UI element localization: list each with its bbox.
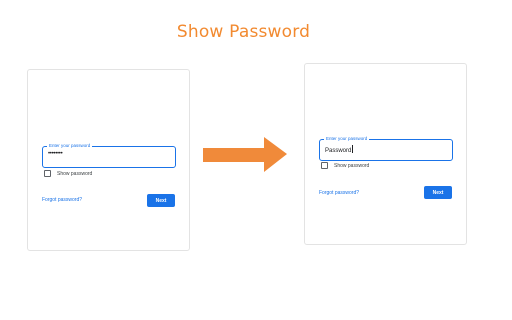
forgot-password-link[interactable]: Forgot password?	[42, 197, 82, 203]
show-password-label: Show password	[57, 170, 93, 177]
password-field[interactable]: Enter your password Password	[319, 135, 453, 161]
page-title: Show Password	[176, 22, 311, 42]
show-password-checkbox[interactable]	[44, 170, 51, 177]
forgot-password-link[interactable]: Forgot password?	[319, 190, 359, 196]
text-caret	[351, 145, 353, 153]
show-password-checkbox[interactable]	[321, 162, 328, 169]
password-field-value: Password	[325, 145, 353, 154]
show-password-row[interactable]: Show password	[321, 162, 369, 169]
password-text: Password	[325, 148, 352, 154]
right-arrow-icon	[203, 137, 287, 172]
password-field-value: ••••••••	[48, 151, 63, 157]
password-field-label: Enter your password	[47, 142, 93, 150]
next-button[interactable]: Next	[147, 194, 175, 207]
password-field-label: Enter your password	[324, 135, 370, 143]
show-password-label: Show password	[334, 162, 370, 169]
login-card-visible: Enter your password Password Show passwo…	[304, 63, 467, 245]
password-field[interactable]: Enter your password ••••••••	[42, 142, 176, 168]
next-button[interactable]: Next	[424, 186, 452, 199]
login-card-hidden: Enter your password •••••••• Show passwo…	[27, 69, 190, 251]
show-password-row[interactable]: Show password	[44, 170, 92, 177]
